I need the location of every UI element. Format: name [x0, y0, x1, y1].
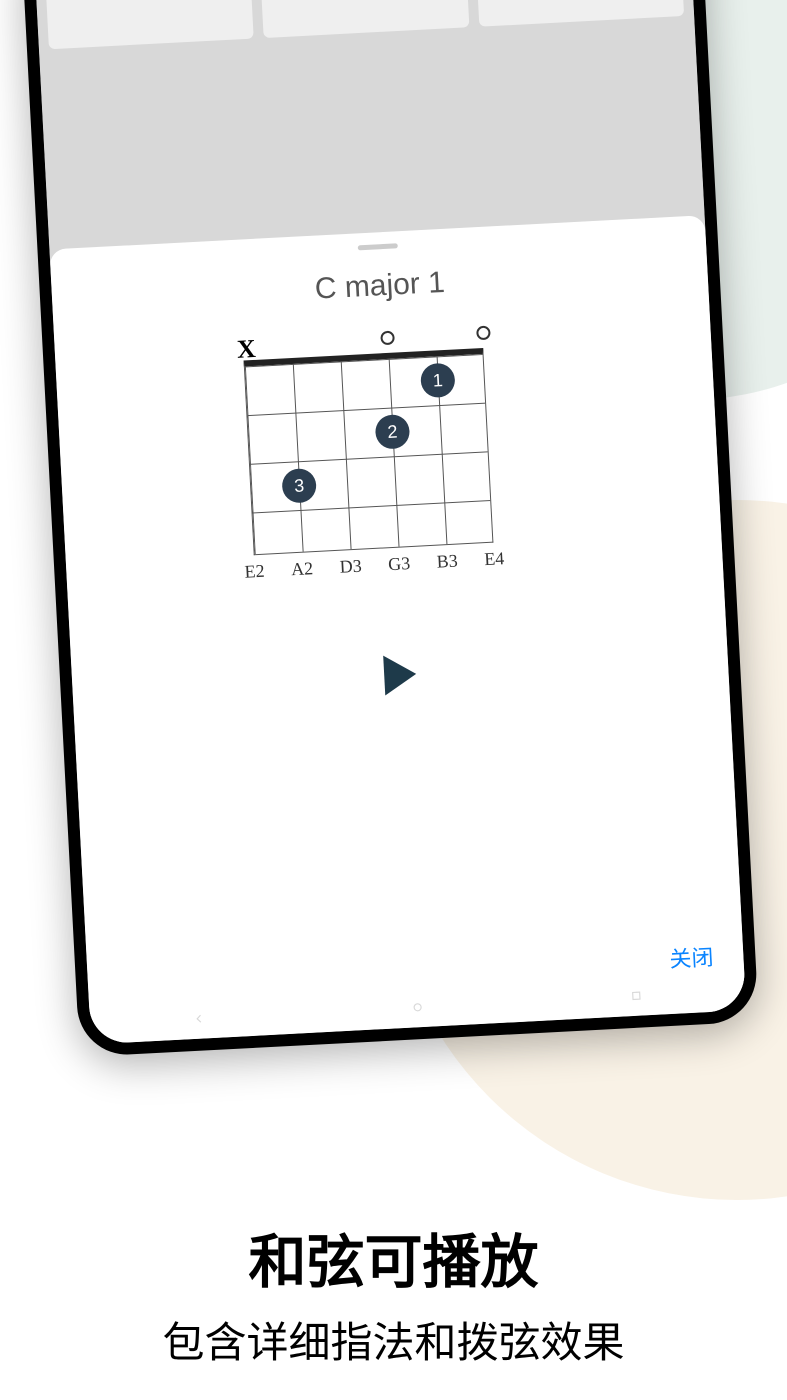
marketing-caption: 和弦可播放 包含详细指法和拨弦效果	[0, 1215, 787, 1370]
finger-position: 1	[420, 362, 456, 398]
recents-icon[interactable]	[629, 988, 644, 1003]
string-label: E2	[244, 561, 265, 583]
string-label: E4	[484, 548, 505, 570]
finger-label: 3	[294, 475, 305, 496]
caption-subtitle: 包含详细指法和拨弦效果	[0, 1309, 787, 1370]
sheet-handle[interactable]	[358, 243, 398, 250]
string-label: B3	[436, 551, 458, 573]
phone-frame: E2A2D3G3B3E4 E2A2D3G3B3E4 E2A2D3G3B3E4 C…	[21, 0, 759, 1057]
chord-detail-sheet: C major 1 X 1 2 3 E2 A2 D3 G3 B3	[49, 215, 746, 1044]
finger-label: 2	[387, 421, 398, 442]
caption-title: 和弦可播放	[0, 1215, 787, 1299]
phone-screen: E2A2D3G3B3E4 E2A2D3G3B3E4 E2A2D3G3B3E4 C…	[34, 0, 746, 1044]
string-label: D3	[339, 556, 362, 578]
chord-detail-title: C major 1	[51, 252, 708, 320]
play-button[interactable]	[383, 654, 417, 696]
finger-label: 1	[432, 370, 443, 391]
finger-position: 3	[281, 468, 317, 504]
fretboard: 1 2 3	[244, 348, 494, 555]
chord-diagram: X 1 2 3 E2 A2 D3 G3 B3 E4	[244, 346, 535, 582]
open-string-icon	[380, 331, 395, 346]
close-button[interactable]: 关闭	[669, 945, 714, 972]
open-string-icon	[476, 326, 491, 341]
chord-card[interactable]: E2A2D3G3B3E4	[471, 0, 684, 27]
string-label: G3	[388, 553, 411, 575]
string-label: A2	[291, 558, 314, 580]
chord-card[interactable]: E2A2D3G3B3E4	[41, 0, 254, 49]
back-icon[interactable]	[192, 1011, 207, 1026]
home-icon[interactable]	[410, 1000, 425, 1015]
chord-card[interactable]: E2A2D3G3B3E4	[256, 0, 469, 38]
finger-position: 2	[375, 414, 411, 450]
